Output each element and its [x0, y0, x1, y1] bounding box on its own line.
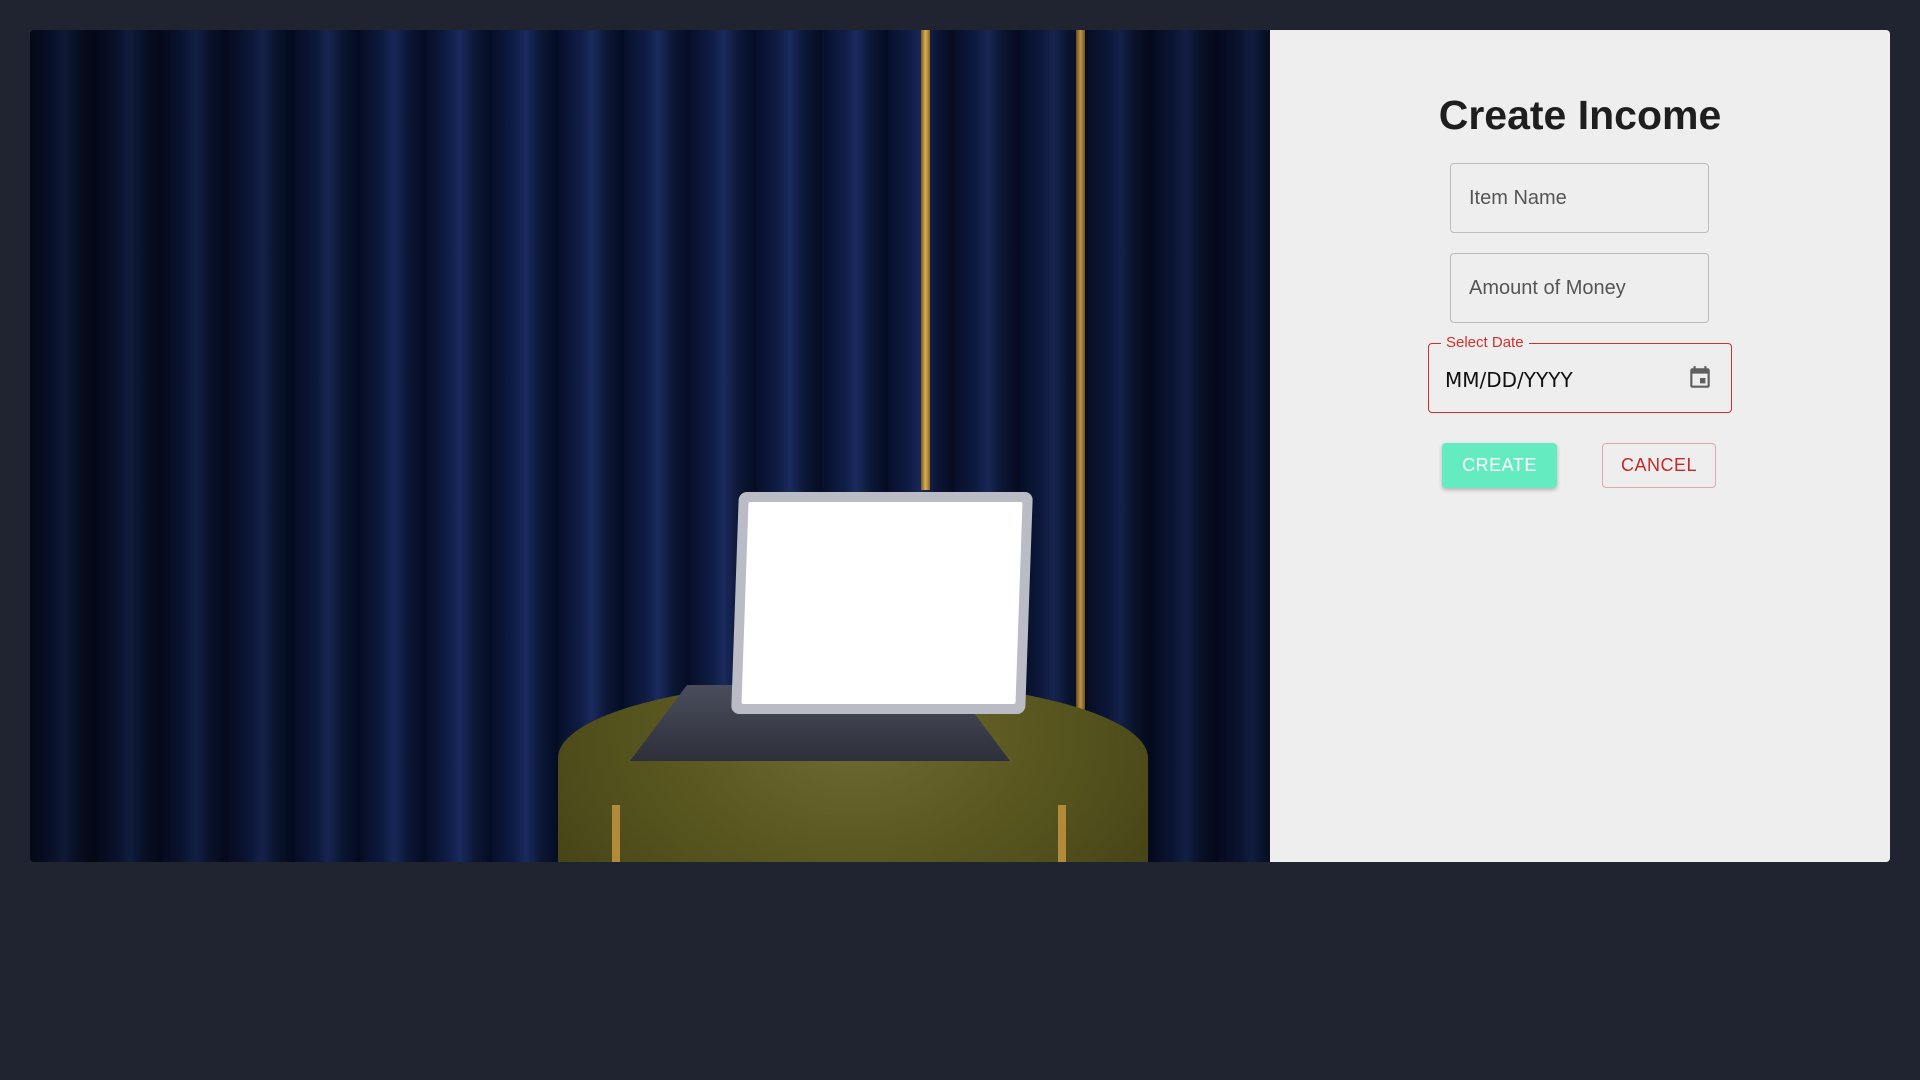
date-field[interactable]: Select Date MM/DD/YYYY	[1428, 334, 1732, 413]
cancel-button[interactable]: CANCEL	[1602, 443, 1716, 488]
item-name-input[interactable]	[1450, 163, 1709, 233]
create-button[interactable]: CREATE	[1442, 443, 1557, 488]
form-panel: Create Income Select Date MM/DD/YYYY CRE…	[1270, 30, 1890, 862]
ottoman-leg	[1058, 805, 1066, 862]
calendar-icon[interactable]	[1687, 364, 1713, 392]
date-input-value[interactable]: MM/DD/YYYY	[1445, 368, 1573, 392]
laptop-screen	[741, 502, 1023, 704]
page-title: Create Income	[1438, 92, 1722, 138]
brass-pole	[921, 30, 930, 490]
laptop-lid	[731, 492, 1033, 714]
amount-input[interactable]	[1450, 253, 1709, 323]
date-field-label: Select Date	[1441, 334, 1529, 351]
create-income-card: Create Income Select Date MM/DD/YYYY CRE…	[30, 30, 1890, 862]
brass-pole	[1076, 30, 1085, 730]
ottoman-leg	[612, 805, 620, 862]
laptop-on-ottoman-photo	[30, 30, 1270, 862]
